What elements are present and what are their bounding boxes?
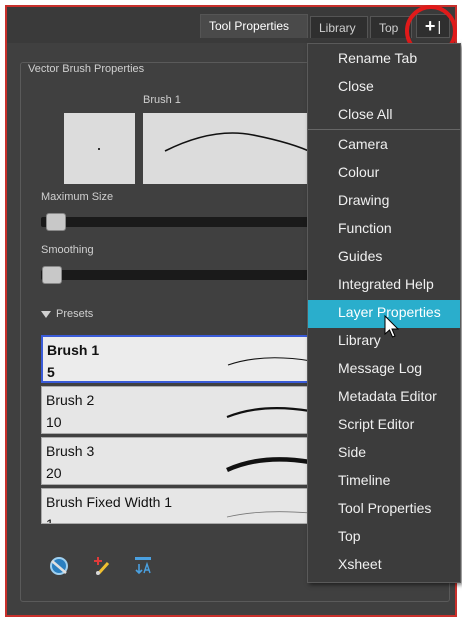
import-export-icon[interactable] (132, 555, 154, 577)
menu-item-xsheet[interactable]: Xsheet (308, 552, 460, 580)
preset-size: 1 (46, 516, 54, 524)
current-brush-name: Brush 1 (143, 94, 181, 106)
tab-context-menu: Rename Tab Close Close All Camera Colour… (307, 43, 461, 583)
maximum-size-label: Maximum Size (41, 191, 114, 203)
brush-tip-dot (98, 148, 100, 150)
preset-name: Brush 1 (47, 342, 100, 358)
preset-size: 10 (46, 414, 62, 430)
presets-label: Presets (56, 308, 94, 320)
preset-stroke-preview (226, 407, 311, 419)
menu-item-message-log[interactable]: Message Log (308, 356, 460, 384)
preset-brush-fixed-width-1[interactable]: Brush Fixed Width 1 1 (41, 488, 313, 524)
menu-item-metadata-editor[interactable]: Metadata Editor (308, 384, 460, 412)
preset-size: 5 (47, 364, 55, 380)
menu-item-close[interactable]: Close (308, 74, 460, 102)
menu-item-tool-properties[interactable]: Tool Properties (308, 496, 460, 524)
tab-library[interactable]: Library (310, 16, 368, 38)
mouse-pointer-icon (384, 315, 400, 338)
menu-item-guides[interactable]: Guides (308, 244, 460, 272)
brush-tip-preview (64, 113, 135, 184)
menu-item-rename-tab[interactable]: Rename Tab (308, 46, 460, 74)
presets-toggle[interactable]: Presets (41, 308, 93, 320)
preset-brush-1[interactable]: Brush 1 5 (41, 335, 313, 383)
maximum-size-slider[interactable] (41, 217, 313, 227)
smoothing-slider[interactable] (41, 270, 313, 280)
preset-stroke-preview (226, 457, 311, 473)
menu-item-drawing[interactable]: Drawing (308, 188, 460, 216)
brush-tip-icon[interactable] (48, 555, 70, 577)
menu-item-function[interactable]: Function (308, 216, 460, 244)
menu-item-side[interactable]: Side (308, 440, 460, 468)
menu-item-colour[interactable]: Colour (308, 160, 460, 188)
menu-item-script-editor[interactable]: Script Editor (308, 412, 460, 440)
new-preset-icon[interactable] (90, 555, 112, 577)
brush-stroke-preview (143, 113, 313, 184)
preset-name: Brush 2 (46, 392, 95, 408)
menu-item-close-all[interactable]: Close All (308, 102, 460, 130)
preset-toolbar (48, 555, 154, 577)
preset-stroke-preview (227, 357, 311, 366)
smoothing-slider-handle[interactable] (42, 266, 62, 284)
panel-title: Vector Brush Properties (22, 63, 151, 75)
menu-item-top[interactable]: Top (308, 524, 460, 552)
tab-tool-properties[interactable]: Tool Properties (200, 14, 308, 38)
preset-stroke-preview (226, 511, 311, 518)
preset-brush-2[interactable]: Brush 2 10 (41, 386, 313, 434)
preset-name: Brush 3 (46, 443, 95, 459)
menu-separator (308, 129, 460, 130)
preset-name: Brush Fixed Width 1 (46, 494, 173, 510)
triangle-down-icon (41, 310, 51, 318)
menu-item-timeline[interactable]: Timeline (308, 468, 460, 496)
preset-brush-3[interactable]: Brush 3 20 (41, 437, 313, 485)
smoothing-label: Smoothing (41, 244, 94, 256)
preset-size: 20 (46, 465, 62, 481)
menu-item-integrated-help[interactable]: Integrated Help (308, 272, 460, 300)
menu-item-camera[interactable]: Camera (308, 132, 460, 160)
stroke-preview-svg (164, 132, 313, 154)
maximum-size-slider-handle[interactable] (46, 213, 66, 231)
